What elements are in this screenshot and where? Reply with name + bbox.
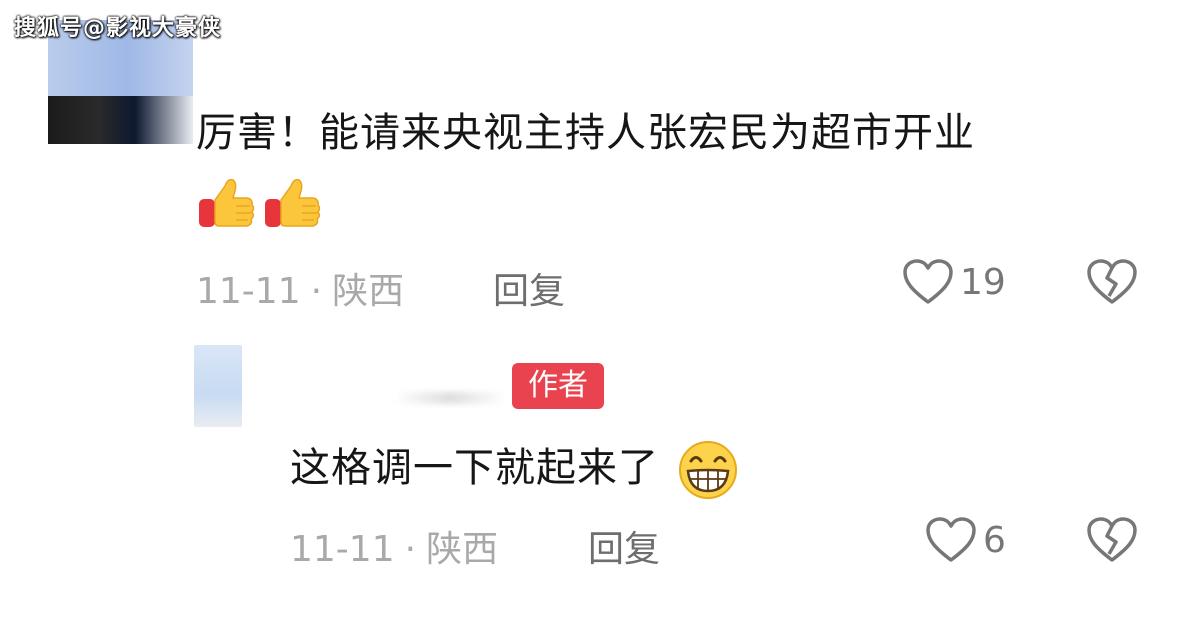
comment-location: 陕西: [332, 271, 405, 312]
heart-icon: [903, 259, 953, 304]
username[interactable]: [395, 392, 505, 404]
comment-meta: 11-11 · 陕西: [290, 520, 498, 572]
grinning-face-icon: [678, 441, 737, 499]
comment-date: 11-11: [290, 529, 395, 570]
reply-button[interactable]: 回复: [588, 520, 660, 572]
comment-meta: 11-11 · 陕西: [196, 262, 404, 314]
separator: ·: [310, 271, 323, 312]
comment-text: 这格调一下就起来了: [290, 435, 739, 501]
avatar[interactable]: [194, 345, 242, 427]
like-count: 19: [960, 261, 1006, 303]
heart-icon: [926, 517, 976, 562]
like-button[interactable]: 6: [925, 516, 1006, 564]
thumbs-up-icon: [265, 178, 321, 227]
comment-date: 11-11: [196, 271, 301, 312]
broken-heart-icon[interactable]: [1086, 258, 1138, 306]
emoji-row: [196, 172, 322, 232]
reply-button[interactable]: 回复: [493, 262, 565, 314]
separator: ·: [404, 529, 417, 570]
comment-text: 厉害！能请来央视主持人张宏民为超市开业: [196, 110, 975, 156]
comment-location: 陕西: [426, 529, 499, 570]
comment-text-body: 这格调一下就起来了: [290, 445, 659, 491]
broken-heart-icon[interactable]: [1086, 516, 1138, 564]
like-count: 6: [983, 519, 1006, 561]
watermark: 搜狐号@影视大豪侠: [14, 16, 222, 41]
author-badge: 作者: [512, 363, 604, 409]
thumbs-up-icon: [199, 178, 255, 227]
like-button[interactable]: 19: [902, 258, 1006, 306]
